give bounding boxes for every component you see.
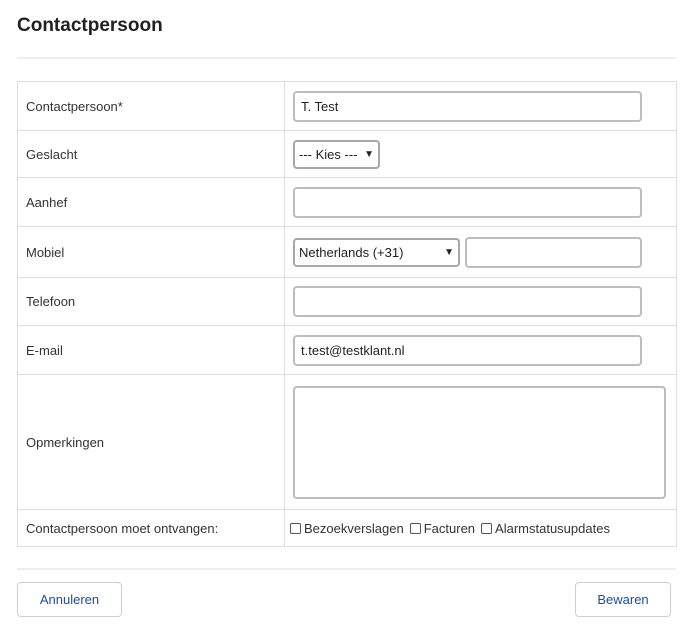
email-input[interactable]: [293, 334, 642, 366]
geslacht-select[interactable]: --- Kies --- ▼: [293, 139, 380, 169]
country-code-select[interactable]: Netherlands (+31) ▼: [293, 237, 460, 267]
row-email: E-mail: [17, 325, 677, 375]
checkbox-bezoekverslagen[interactable]: Bezoekverslagen: [290, 521, 404, 536]
checkbox-label: Facturen: [423, 520, 476, 536]
row-opmerkingen: Opmerkingen: [17, 374, 677, 510]
row-mobiel: Mobiel Netherlands (+31) ▼: [17, 226, 677, 278]
contactpersoon-label: Contactpersoon*: [17, 81, 285, 131]
ontvangen-label: Contactpersoon moet ontvangen:: [17, 509, 285, 547]
checkbox-icon[interactable]: [481, 522, 493, 534]
mobiel-label: Mobiel: [17, 226, 285, 278]
country-code-selected: Netherlands (+31): [299, 244, 404, 260]
geslacht-selected: --- Kies ---: [299, 146, 358, 162]
checkbox-alarmstatusupdates[interactable]: Alarmstatusupdates: [481, 521, 610, 536]
row-geslacht: Geslacht --- Kies --- ▼: [17, 130, 677, 178]
telefoon-input[interactable]: [293, 286, 642, 317]
email-label: E-mail: [17, 325, 285, 375]
row-contactpersoon: Contactpersoon*: [17, 81, 677, 131]
checkbox-icon[interactable]: [409, 522, 421, 534]
checkbox-facturen[interactable]: Facturen: [409, 520, 476, 536]
checkbox-icon[interactable]: [290, 522, 301, 534]
geslacht-label: Geslacht: [17, 130, 285, 178]
mobiel-input[interactable]: [465, 236, 642, 268]
contactpersoon-input[interactable]: [293, 90, 642, 122]
chevron-down-icon: ▼: [444, 246, 454, 258]
ontvangen-checkboxes: Bezoekverslagen Facturen Alarmstatusupda…: [290, 521, 676, 536]
mobiel-group: Netherlands (+31) ▼: [293, 236, 676, 268]
chevron-down-icon: ▼: [364, 148, 374, 160]
contact-form-table: Contactpersoon* Geslacht --- Kies --- ▼ …: [17, 81, 677, 547]
row-aanhef: Aanhef: [17, 177, 677, 227]
row-telefoon: Telefoon: [17, 277, 677, 326]
telefoon-label: Telefoon: [17, 277, 285, 326]
opmerkingen-textarea[interactable]: [293, 385, 666, 499]
cancel-button[interactable]: Annuleren: [17, 582, 122, 617]
checkbox-label: Bezoekverslagen: [304, 520, 404, 536]
footer-divider: [17, 568, 676, 570]
page-title: Contactpersoon: [17, 15, 163, 36]
save-button[interactable]: Bewaren: [575, 582, 671, 617]
aanhef-input[interactable]: [293, 186, 642, 218]
aanhef-label: Aanhef: [17, 177, 285, 227]
checkbox-label: Alarmstatusupdates: [495, 520, 610, 536]
opmerkingen-label: Opmerkingen: [17, 374, 285, 510]
row-ontvangen: Contactpersoon moet ontvangen: Bezoekver…: [17, 509, 677, 547]
header-divider: [17, 57, 676, 59]
